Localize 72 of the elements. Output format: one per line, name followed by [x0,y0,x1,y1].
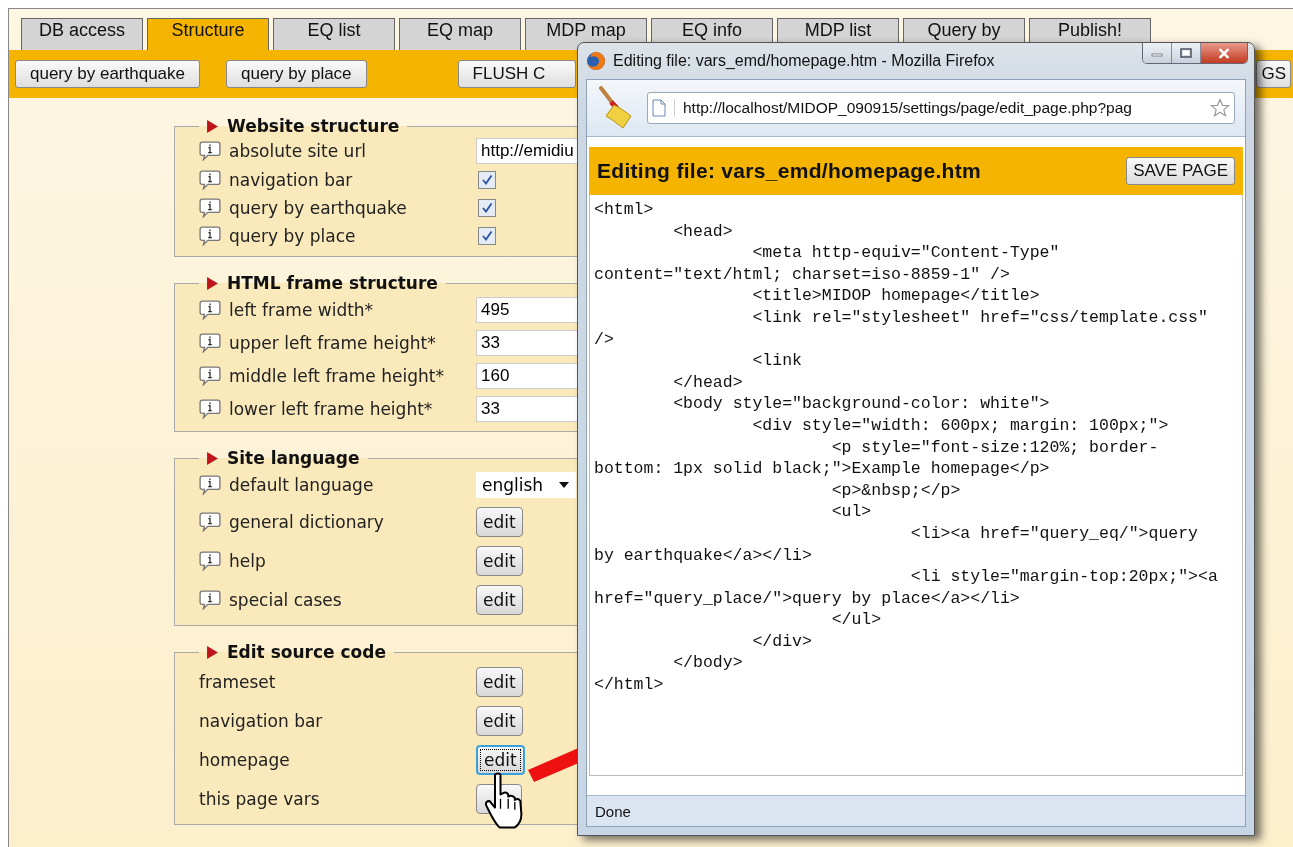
toolbar-button[interactable]: FLUSH C [457,60,577,88]
info-icon[interactable] [199,141,221,161]
address-bar[interactable]: http://localhost/MIDOP_090915/settings/page/edit_page.php?pag [647,92,1235,124]
field-label: help [229,550,266,571]
window-title: Editing file: vars_emd/homepage.htm - Mozilla Firefox [613,52,996,70]
field-label: query by place [229,226,356,246]
info-icon[interactable] [199,475,221,495]
code-editor[interactable]: <html> <head> <meta http-equiv="Content-Type" content="text/html; charset=iso-8859-1" /> <title>MIDOP homepage</title> <link rel="stylesheet" href="css/template.css" /> <link </head> <body style="background-color: white"> <div style="width: 600px; margin: 100px;"> <p style="font-size:120%; border-bottom: 1px solid black;">Example homepage</p> <p>&nbsp;</p> <ul> <li><a href="query_eq/">query by earthquake</a></li> <li style="margin-top:20px;"><a href="query_place/">query by place</a></li> </ul> </div> </body> </html> [589,195,1243,776]
info-icon[interactable] [199,299,221,320]
edit-button[interactable]: edit [476,584,523,615]
page-icon [652,99,675,117]
field-label: homepage [199,749,290,770]
edit-button[interactable]: edit [476,744,525,775]
info-icon[interactable] [199,198,221,218]
toolbar-button[interactable]: query by place [226,60,367,88]
minimize-button[interactable] [1143,43,1172,63]
tab[interactable]: EQ map [399,18,521,50]
toolbar-button[interactable]: query by earthquake [15,60,200,88]
edit-button[interactable]: edit [476,545,523,576]
triangle-icon [207,645,218,659]
section-title: Site language [227,448,360,468]
maximize-icon [1180,48,1192,58]
browser-logo-icon [586,51,606,71]
section-title: Edit source code [227,642,386,662]
section-title: HTML frame structure [227,273,438,293]
edit-button[interactable]: edit [476,506,523,537]
field-label: frameset [199,671,276,692]
checkbox[interactable] [478,227,496,245]
info-icon[interactable] [199,170,221,190]
field-label: general dictionary [229,511,384,532]
status-text: Done [595,802,631,820]
checkmark-icon [481,202,493,214]
checkbox[interactable] [478,199,496,217]
info-icon[interactable] [199,589,221,610]
field-label: upper left frame height* [229,332,436,353]
triangle-icon [207,276,218,290]
toolbar-button[interactable]: GS [1256,60,1291,88]
editor-title: Editing file: vars_emd/homepage.htm [597,159,981,183]
caret-icon [559,482,570,488]
info-icon[interactable] [199,226,221,246]
field-label: default language [229,475,374,495]
checkmark-icon [481,230,493,242]
edit-button[interactable]: edit [476,666,523,697]
field-label: absolute site url [229,141,367,161]
field-label: middle left frame height* [229,365,444,386]
field-label: navigation bar [229,170,353,190]
tab[interactable]: Structure [147,18,269,50]
info-icon[interactable] [199,332,221,353]
info-icon[interactable] [199,365,221,386]
checkbox[interactable] [478,171,496,189]
triangle-icon [207,451,218,465]
tab[interactable]: DB access [21,18,143,50]
star-icon[interactable] [1210,98,1230,118]
info-icon[interactable] [199,550,221,571]
info-icon[interactable] [199,511,221,532]
field-label: left frame width* [229,299,374,320]
field-label: special cases [229,589,342,610]
edit-button[interactable]: edit [476,705,523,736]
tab[interactable]: EQ list [273,18,395,50]
close-button[interactable] [1201,43,1247,63]
info-icon[interactable] [199,398,221,419]
checkmark-icon [481,174,493,186]
save-button[interactable]: SAVE PAGE [1126,157,1235,185]
section-title: Website structure [227,116,400,136]
field-label: this page vars [199,788,320,809]
close-icon [1217,47,1231,59]
field-label: query by earthquake [229,198,407,218]
maximize-button[interactable] [1172,43,1201,63]
language-dropdown[interactable]: english [476,472,576,498]
field-label: navigation bar [199,710,323,731]
field-label: lower left frame height* [229,398,433,419]
triangle-icon [207,119,218,133]
